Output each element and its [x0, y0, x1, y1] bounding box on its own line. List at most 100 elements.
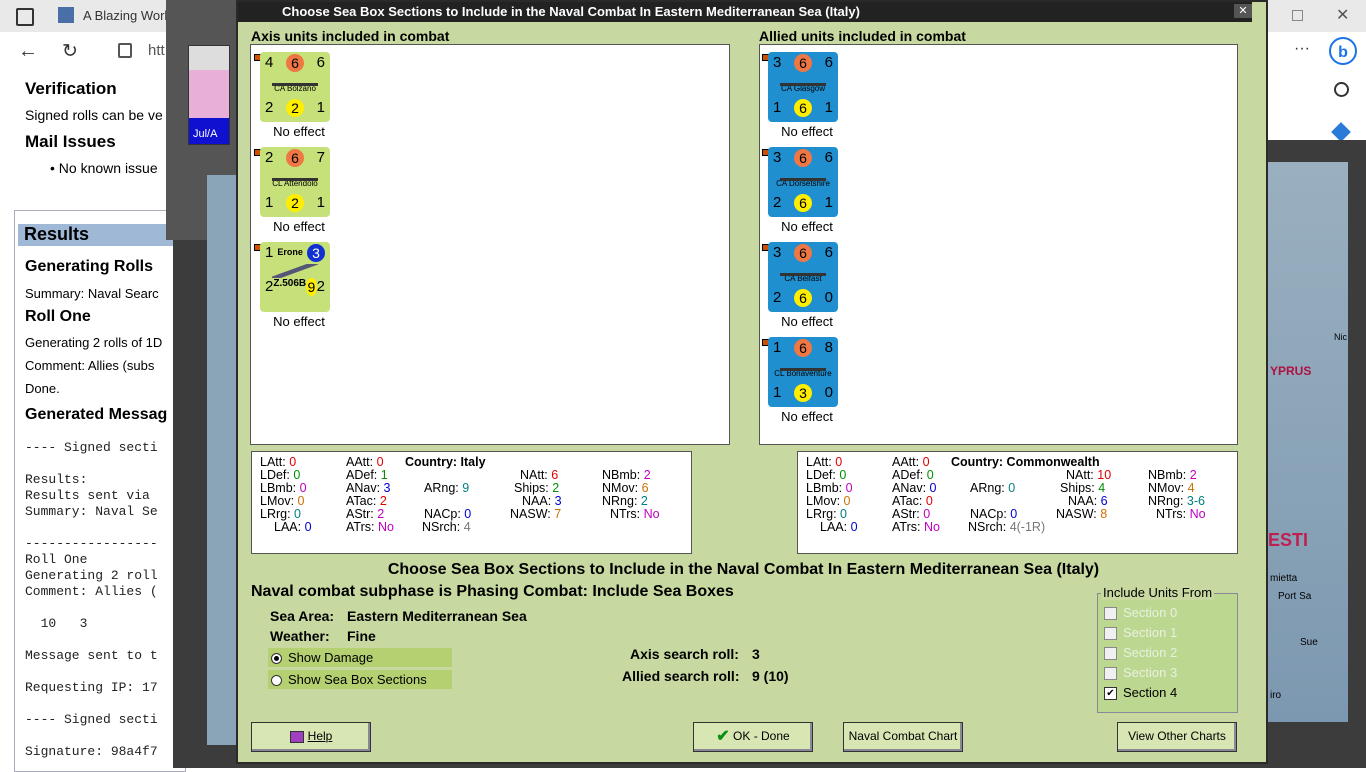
ship-silhouette-icon [780, 169, 826, 181]
stat-lbmb: LBmb: 0 [806, 481, 853, 495]
stat-value: 3 [554, 494, 562, 508]
stat-atrs: ATrs: No [346, 520, 394, 534]
stat-value: 0 [839, 468, 847, 482]
search-icon[interactable] [1334, 82, 1349, 97]
stat-country: Country: Commonwealth [951, 455, 1100, 469]
stat-value: 4 [463, 520, 471, 534]
unit-result: No effect [781, 219, 833, 234]
show-damage-radio[interactable]: Show Damage [268, 648, 452, 667]
dialog-title: Choose Sea Box Sections to Include in th… [238, 2, 1252, 22]
stat-nbmb: NBmb: 2 [1148, 468, 1197, 482]
view-other-charts-button[interactable]: View Other Charts [1117, 722, 1237, 752]
unit-value-br: 0 [824, 384, 833, 401]
stat-label: LAA: [820, 520, 851, 534]
unit-value-tr: 6 [316, 54, 325, 71]
unit-card: 1 6 8 CL Bonaventure 1 3 0 [768, 337, 838, 407]
stat-value: 3-6 [1186, 494, 1205, 508]
section-checkbox-0[interactable]: Section 0 [1104, 605, 1177, 621]
section-checkbox-2[interactable]: Section 2 [1104, 645, 1178, 661]
stat-value: 2 [1189, 468, 1197, 482]
stat-label: LRrg: [260, 507, 295, 521]
unit-value-bl: 1 [773, 99, 782, 116]
stat-lmov: LMov: 0 [806, 494, 850, 508]
unit-value-tc: 6 [286, 149, 304, 167]
stat-ntrs: NTrs: No [610, 507, 660, 521]
unit-counter-ca-belfast[interactable]: 3 6 6 CA Belfast 2 6 0 No effect [762, 242, 858, 332]
section-checkbox-4[interactable]: ✔ Section 4 [1104, 685, 1177, 701]
stat-label: LMov: [806, 494, 844, 508]
stat-label: AAtt: [892, 455, 923, 469]
dialog-close-icon[interactable]: ✕ [1234, 4, 1252, 18]
section-label: Section 3 [1123, 665, 1178, 680]
unit-counter-ca-glasgow[interactable]: 3 6 6 CA Glasgow 1 6 1 No effect [762, 52, 858, 142]
stat-label: NACp: [970, 507, 1011, 521]
unit-value-br: 1 [316, 99, 325, 116]
unit-counter-cl-bonaventure[interactable]: 1 6 8 CL Bonaventure 1 3 0 No effect [762, 337, 858, 427]
unit-result: No effect [273, 124, 325, 139]
unit-value-tc: 6 [794, 244, 812, 262]
stat-astr: AStr: 0 [892, 507, 930, 521]
unit-value-bc: 6 [794, 289, 812, 307]
unit-counter-ca-bolzano[interactable]: 4 6 6 CA Bolzano 2 2 1 No effect [254, 52, 350, 142]
allied-header: Allied units included in combat [759, 28, 966, 44]
naval-combat-chart-button[interactable]: Naval Combat Chart [843, 722, 963, 752]
stat-value: 2 [640, 494, 648, 508]
verification-title: Verification [25, 79, 117, 98]
game-date-label: Jul/A [193, 128, 218, 140]
comment-text: Comment: Allies (subs [25, 358, 155, 373]
section-checkbox-1[interactable]: Section 1 [1104, 625, 1177, 641]
close-window-icon[interactable]: ✕ [1336, 5, 1349, 25]
unit-value-br: 0 [824, 289, 833, 306]
restore-window-icon[interactable] [1292, 10, 1303, 21]
stat-ldef: LDef: 0 [260, 468, 300, 482]
map-label-sue: Sue [1300, 637, 1318, 648]
back-arrow-icon[interactable]: ← [18, 40, 38, 63]
unit-result: No effect [273, 219, 325, 234]
axis-search-value: 3 [752, 646, 760, 662]
stat-nbmb: NBmb: 2 [602, 468, 651, 482]
unit-value-br: 1 [824, 99, 833, 116]
stat-laa: LAA: 0 [274, 520, 312, 534]
tag-icon[interactable] [1331, 122, 1351, 142]
help-button[interactable]: Help [251, 722, 371, 752]
unit-sub-label: Z.506B [273, 278, 307, 289]
unit-value-tc: 6 [794, 149, 812, 167]
stat-value: 0 [299, 481, 307, 495]
browser-tab-title[interactable]: A Blazing World [83, 8, 175, 23]
unit-result: No effect [781, 124, 833, 139]
unit-value-tr: 7 [316, 149, 325, 166]
section-label: Section 2 [1123, 645, 1178, 660]
ok-done-button[interactable]: ✔ OK - Done [693, 722, 813, 752]
axis-header: Axis units included in combat [251, 28, 450, 44]
aircraft-icon [272, 264, 318, 278]
address-bar[interactable]: htt [148, 42, 165, 59]
unit-result: No effect [273, 314, 325, 329]
show-sections-radio[interactable]: Show Sea Box Sections [268, 670, 452, 689]
stat-value: 0 [1008, 481, 1016, 495]
mail-item: • No known issue [50, 160, 158, 176]
stat-ldef: LDef: 0 [806, 468, 846, 482]
stat-nsrch: NSrch: 4 [422, 520, 471, 534]
stat-label: LBmb: [806, 481, 846, 495]
stat-natt: NAtt: 6 [520, 468, 558, 482]
stat-country: Country: Italy [405, 455, 486, 469]
map-label-cyprus: YPRUS [1270, 364, 1312, 378]
stat-value: 4 [1098, 481, 1106, 495]
stat-adef: ADef: 1 [346, 468, 388, 482]
stat-value: 0 [835, 455, 843, 469]
reload-icon[interactable]: ↻ [62, 40, 78, 63]
section-checkbox-3[interactable]: Section 3 [1104, 665, 1178, 681]
unit-counter-ca-dorsetshire[interactable]: 3 6 6 CA Dorsetshire 2 6 1 No effect [762, 147, 858, 237]
stat-value: 6 [1100, 494, 1108, 508]
stat-label: NMov: [602, 481, 642, 495]
stat-value: 10 [1097, 468, 1112, 482]
ship-silhouette-icon [272, 74, 318, 86]
stat-value: 0 [464, 507, 472, 521]
bing-icon[interactable]: b [1329, 37, 1357, 65]
unit-counter-erone[interactable]: 1 Erone 3 2 Z.506B 9 2 No effect [254, 242, 350, 332]
more-menu-icon[interactable]: ··· [1294, 40, 1310, 58]
unit-value-tr: 6 [824, 149, 833, 166]
tab-list-icon[interactable] [16, 8, 34, 26]
unit-counter-cl-attendolo[interactable]: 2 6 7 CL Attendolo 1 2 1 No effect [254, 147, 350, 237]
stat-label: AStr: [892, 507, 924, 521]
